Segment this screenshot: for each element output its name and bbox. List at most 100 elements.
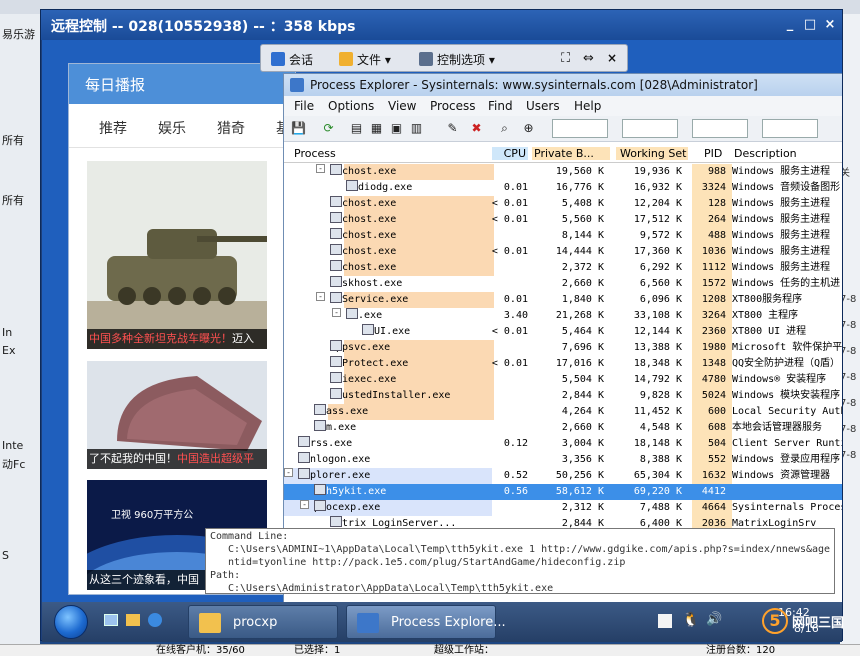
host-left-text[interactable]: 所有 [2, 192, 24, 208]
process-row[interactable]: lsass.exe 4,264 K 11,452 K 600 Local Securit… [284, 404, 842, 420]
process-row[interactable]: - explorer.exe 0.52 50,256 K 65,304 K 1632 Win… [284, 468, 842, 484]
session-menu[interactable]: 会话 [271, 51, 313, 68]
pin-icon[interactable]: ⇔ [583, 51, 594, 66]
toolbar-close-button[interactable]: × [607, 51, 617, 65]
col-working-set[interactable]: Working Set [616, 147, 688, 160]
process-description: XT800服务程序 [732, 294, 803, 305]
tray-app-icon[interactable] [658, 614, 672, 628]
commit-graph[interactable] [622, 119, 678, 138]
find-icon[interactable]: ⌕ [496, 120, 513, 137]
qq-icon[interactable]: 🐧 [682, 612, 699, 628]
tab-curiosity[interactable]: 猎奇 [217, 118, 245, 138]
news-item[interactable]: 了不起我的中国！中国造出超级平 [87, 361, 267, 469]
tree-toggle-icon[interactable]: - [284, 468, 293, 477]
lower-pane-icon[interactable]: ▥ [408, 120, 425, 137]
process-description: XT800 UI 进程 [732, 326, 807, 337]
remote-control-titlebar[interactable]: 远程控制 -- 028(10552938) -- ：358 kbps _ □ × [41, 10, 842, 40]
process-private-bytes: 4,264 K [561, 406, 604, 417]
process-row[interactable]: sppsvc.exe 7,696 K 13,388 K 1980 Microsoft 软… [284, 340, 842, 356]
host-left-text[interactable]: 所有 [2, 132, 24, 148]
process-private-bytes: 3,004 K [561, 438, 604, 449]
tank-image [87, 161, 267, 349]
crosshair-icon[interactable]: ⊕ [520, 120, 537, 137]
menu-options[interactable]: Options [328, 99, 374, 113]
process-row[interactable]: audiodg.exe 0.01 16,776 K 16,932 K 3324 Windo… [284, 180, 842, 196]
show-desktop-icon[interactable] [104, 614, 118, 626]
process-row[interactable]: msiexec.exe 5,504 K 14,792 K 4780 Windows® 安… [284, 372, 842, 388]
process-row[interactable]: svchost.exe 8,144 K 9,572 K 488 Windows 服务主进… [284, 228, 842, 244]
process-private-bytes: 21,268 K [555, 310, 604, 321]
cpu-graph[interactable] [552, 119, 608, 138]
process-row[interactable]: csrss.exe 0.12 3,004 K 18,148 K 504 Client Se… [284, 436, 842, 452]
process-icon [346, 308, 358, 319]
col-description[interactable]: Description [734, 147, 797, 160]
process-pid: 4664 [701, 502, 726, 513]
properties-icon[interactable]: ▦ [368, 120, 385, 137]
menu-view[interactable]: View [388, 99, 416, 113]
start-button[interactable] [54, 605, 88, 639]
tree-toggle-icon[interactable]: - [332, 308, 341, 317]
refresh-icon[interactable]: ⟳ [320, 120, 337, 137]
process-row[interactable]: taskhost.exe 2,660 K 6,560 K 1572 Windows 任务… [284, 276, 842, 292]
process-row[interactable]: - XTService.exe 0.01 1,840 K 6,096 K 1208 XT80… [284, 292, 842, 308]
system-info-icon[interactable]: ▤ [348, 120, 365, 137]
file-menu[interactable]: 文件 ▾ [339, 51, 391, 68]
ie-icon[interactable] [148, 613, 162, 627]
tab-entertainment[interactable]: 娱乐 [158, 118, 186, 138]
host-statusbar: 在线客户机：35/60 已选择：1 超级工作站： 注册台数：120 [0, 644, 860, 656]
remote-toolbar: 会话 文件 ▾ 控制选项 ▾ ⛶ ⇔ × [260, 44, 628, 72]
menu-help[interactable]: Help [574, 99, 601, 113]
col-private-bytes[interactable]: Private B... [532, 147, 610, 160]
maximize-button[interactable]: □ [802, 17, 818, 33]
process-row[interactable]: svchost.exe < 0.01 5,408 K 12,204 K 128 Windo… [284, 196, 842, 212]
process-row[interactable]: lsm.exe 2,660 K 4,548 K 608 本地会话管理器服务 [284, 420, 842, 436]
process-row[interactable]: XTUI.exe < 0.01 5,464 K 12,144 K 2360 XT800 U… [284, 324, 842, 340]
process-pid: 1572 [701, 278, 726, 289]
process-private-bytes: 2,312 K [561, 502, 604, 513]
col-cpu[interactable]: CPU [492, 147, 528, 160]
menu-users[interactable]: Users [526, 99, 560, 113]
process-private-bytes: 17,016 K [555, 358, 604, 369]
process-private-bytes: 3,356 K [561, 454, 604, 465]
options-icon[interactable]: ✎ [444, 120, 461, 137]
process-row[interactable]: tth5ykit.exe 0.56 58,612 K 69,220 K 4412 [284, 484, 842, 500]
tree-toggle-icon[interactable]: - [300, 500, 309, 509]
process-row[interactable]: - XT.exe 3.40 21,268 K 33,108 K 3264 XT800 主程序 [284, 308, 842, 324]
menu-process[interactable]: Process [430, 99, 476, 113]
kill-process-icon[interactable]: ✖ [468, 120, 485, 137]
col-pid[interactable]: PID [704, 147, 722, 160]
save-icon[interactable]: 💾 [290, 120, 307, 137]
io-graph[interactable] [692, 119, 748, 138]
control-options-menu[interactable]: 控制选项 ▾ [419, 51, 495, 68]
volume-icon[interactable]: 🔊 [706, 612, 722, 627]
tree-toggle-icon[interactable]: - [316, 292, 325, 301]
taskbar-procxp[interactable]: procxp [188, 605, 338, 639]
tree-toggle-icon[interactable]: - [316, 164, 325, 173]
process-row[interactable]: - procexp.exe 2,312 K 7,488 K 4664 Sysinterna… [284, 500, 842, 516]
process-row[interactable]: - svchost.exe 19,560 K 19,936 K 988 Windows 服… [284, 164, 842, 180]
taskbar-process-explorer[interactable]: Process Explore... [346, 605, 506, 639]
menu-find[interactable]: Find [488, 99, 513, 113]
close-button[interactable]: × [822, 17, 838, 33]
process-row[interactable]: TrustedInstaller.exe 2,844 K 9,828 K 5024 Wi… [284, 388, 842, 404]
tab-recommend[interactable]: 推荐 [99, 118, 127, 138]
process-working-set: 6,292 K [639, 262, 682, 273]
process-row[interactable]: winlogon.exe 3,356 K 8,388 K 552 Windows 登录应… [284, 452, 842, 468]
process-row[interactable]: svchost.exe < 0.01 5,560 K 17,512 K 264 Windo… [284, 212, 842, 228]
process-row[interactable]: svchost.exe 2,372 K 6,292 K 1112 Windows 服务主… [284, 260, 842, 276]
folder-icon[interactable] [126, 614, 140, 626]
process-row[interactable]: svchost.exe < 0.01 14,444 K 17,360 K 1036 Win… [284, 244, 842, 260]
tree-icon[interactable]: ▣ [388, 120, 405, 137]
pe-titlebar[interactable]: Process Explorer - Sysinternals: www.sys… [284, 74, 842, 96]
process-private-bytes: 5,408 K [561, 198, 604, 209]
process-private-bytes: 19,560 K [555, 166, 604, 177]
minimize-button[interactable]: _ [782, 17, 798, 33]
col-process[interactable]: Process [294, 147, 336, 160]
fullscreen-icon[interactable]: ⛶ [561, 51, 570, 66]
network-graph[interactable] [762, 119, 818, 138]
menu-file[interactable]: File [294, 99, 314, 113]
process-row[interactable]: QQProtect.exe < 0.01 17,016 K 18,348 K 1348 Q… [284, 356, 842, 372]
status-super: 超级工作站： [434, 645, 494, 656]
news-item[interactable]: 中国多种全新坦克战车曝光！迈入 [87, 161, 267, 349]
process-icon [330, 164, 342, 175]
